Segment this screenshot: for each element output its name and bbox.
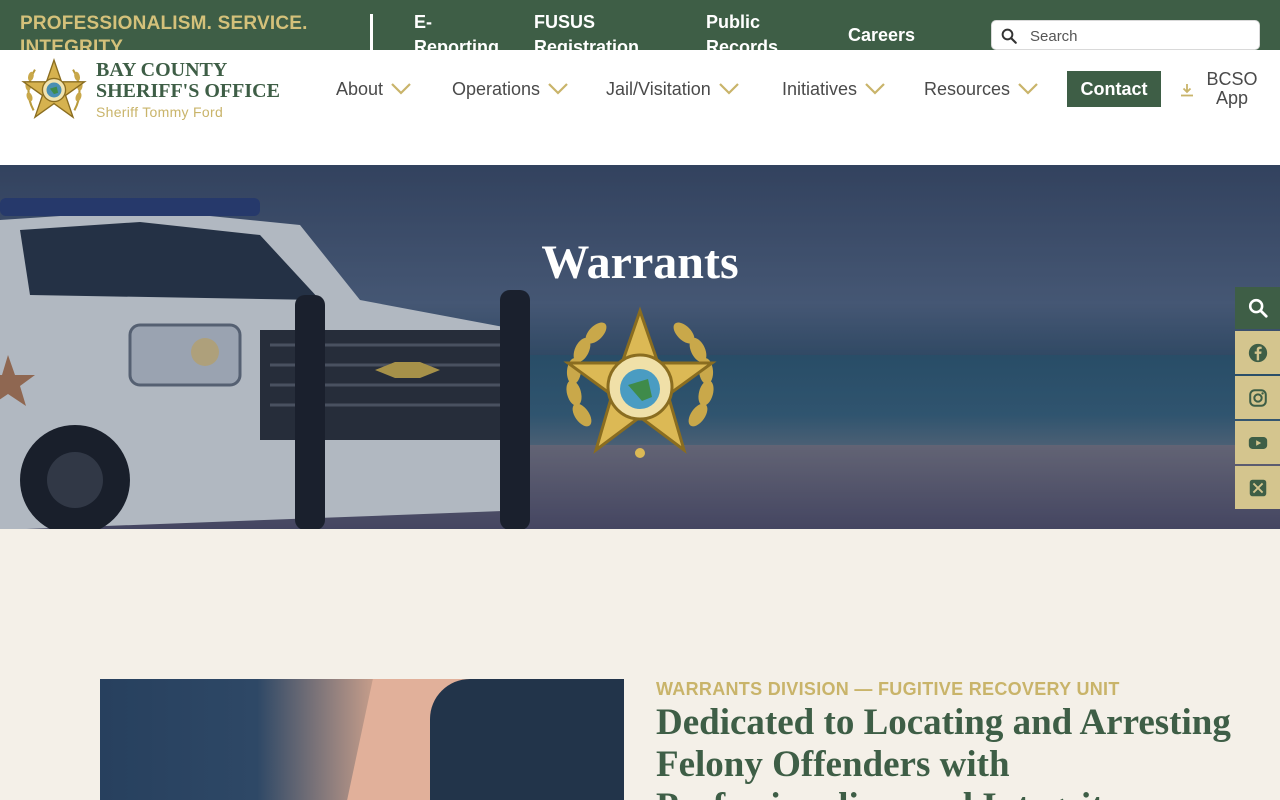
contact-button[interactable]: Contact (1067, 71, 1161, 107)
hero-banner: Warrants (0, 165, 1280, 529)
nav-initiatives-label: Initiatives (782, 78, 858, 99)
nav-resources[interactable]: Resources (924, 77, 1038, 101)
facebook-icon (1248, 343, 1267, 362)
facebook-button[interactable] (1235, 331, 1280, 374)
instagram-icon (1248, 388, 1267, 407)
officer-photo (100, 679, 624, 800)
section-title: Dedicated to Locating and Arresting Felo… (656, 702, 1231, 800)
logo-text[interactable]: BAY COUNTY SHERIFF'S OFFICE Sheriff Tomm… (96, 59, 280, 121)
social-sidebar (1235, 287, 1280, 511)
section-eyebrow: WARRANTS DIVISION — FUGITIVE RECOVERY UN… (656, 679, 1120, 699)
public-records-link[interactable]: Public Records (706, 10, 786, 50)
nav-jail-label: Jail/Visitation (606, 78, 711, 99)
bcso-app-link[interactable]: BCSO App (1180, 70, 1260, 110)
nav-about[interactable]: About (336, 77, 411, 101)
careers-link[interactable]: Careers (848, 23, 915, 48)
x-twitter-button[interactable] (1235, 466, 1280, 509)
top-utility-bar: PROFESSIONALISM. SERVICE. INTEGRITY. E-R… (0, 0, 1280, 50)
main-header: BAY COUNTY SHERIFF'S OFFICE Sheriff Tomm… (0, 50, 1280, 165)
search-icon (1248, 298, 1268, 318)
sheriff-badge-emblem (563, 306, 717, 458)
chevron-down-icon (1018, 83, 1038, 95)
divider (370, 14, 373, 50)
search-icon (1001, 28, 1017, 44)
youtube-button[interactable] (1235, 421, 1280, 464)
sheriff-badge-logo[interactable] (20, 56, 88, 124)
photo-sleeve (430, 679, 624, 800)
instagram-button[interactable] (1235, 376, 1280, 419)
tagline: PROFESSIONALISM. SERVICE. INTEGRITY. (20, 13, 308, 50)
chevron-down-icon (718, 83, 739, 95)
fusus-registration-link[interactable]: FUSUS Registration (534, 10, 644, 50)
bcso-app-label: BCSO App (1206, 69, 1258, 108)
e-reporting-link[interactable]: E-Reporting (414, 10, 504, 50)
page-title: Warrants (541, 236, 739, 289)
logo-sheriff-name: Sheriff Tommy Ford (96, 104, 224, 120)
nav-initiatives[interactable]: Initiatives (782, 77, 885, 101)
chevron-down-icon (391, 83, 411, 95)
nav-resources-label: Resources (924, 78, 1011, 99)
nav-operations[interactable]: Operations (452, 77, 568, 101)
nav-operations-label: Operations (452, 78, 541, 99)
search-input[interactable] (1030, 25, 1250, 47)
search-box[interactable] (991, 20, 1260, 50)
chevron-down-icon (865, 83, 885, 95)
logo-line1: BAY COUNTY (96, 59, 228, 81)
sidebar-search-button[interactable] (1235, 287, 1280, 329)
x-icon (1249, 479, 1266, 496)
logo-line2: SHERIFF'S OFFICE (96, 80, 280, 102)
nav-about-label: About (336, 78, 384, 99)
download-icon (1181, 84, 1193, 97)
chevron-down-icon (548, 83, 568, 95)
youtube-icon (1248, 436, 1267, 449)
nav-jail-visitation[interactable]: Jail/Visitation (606, 77, 739, 101)
